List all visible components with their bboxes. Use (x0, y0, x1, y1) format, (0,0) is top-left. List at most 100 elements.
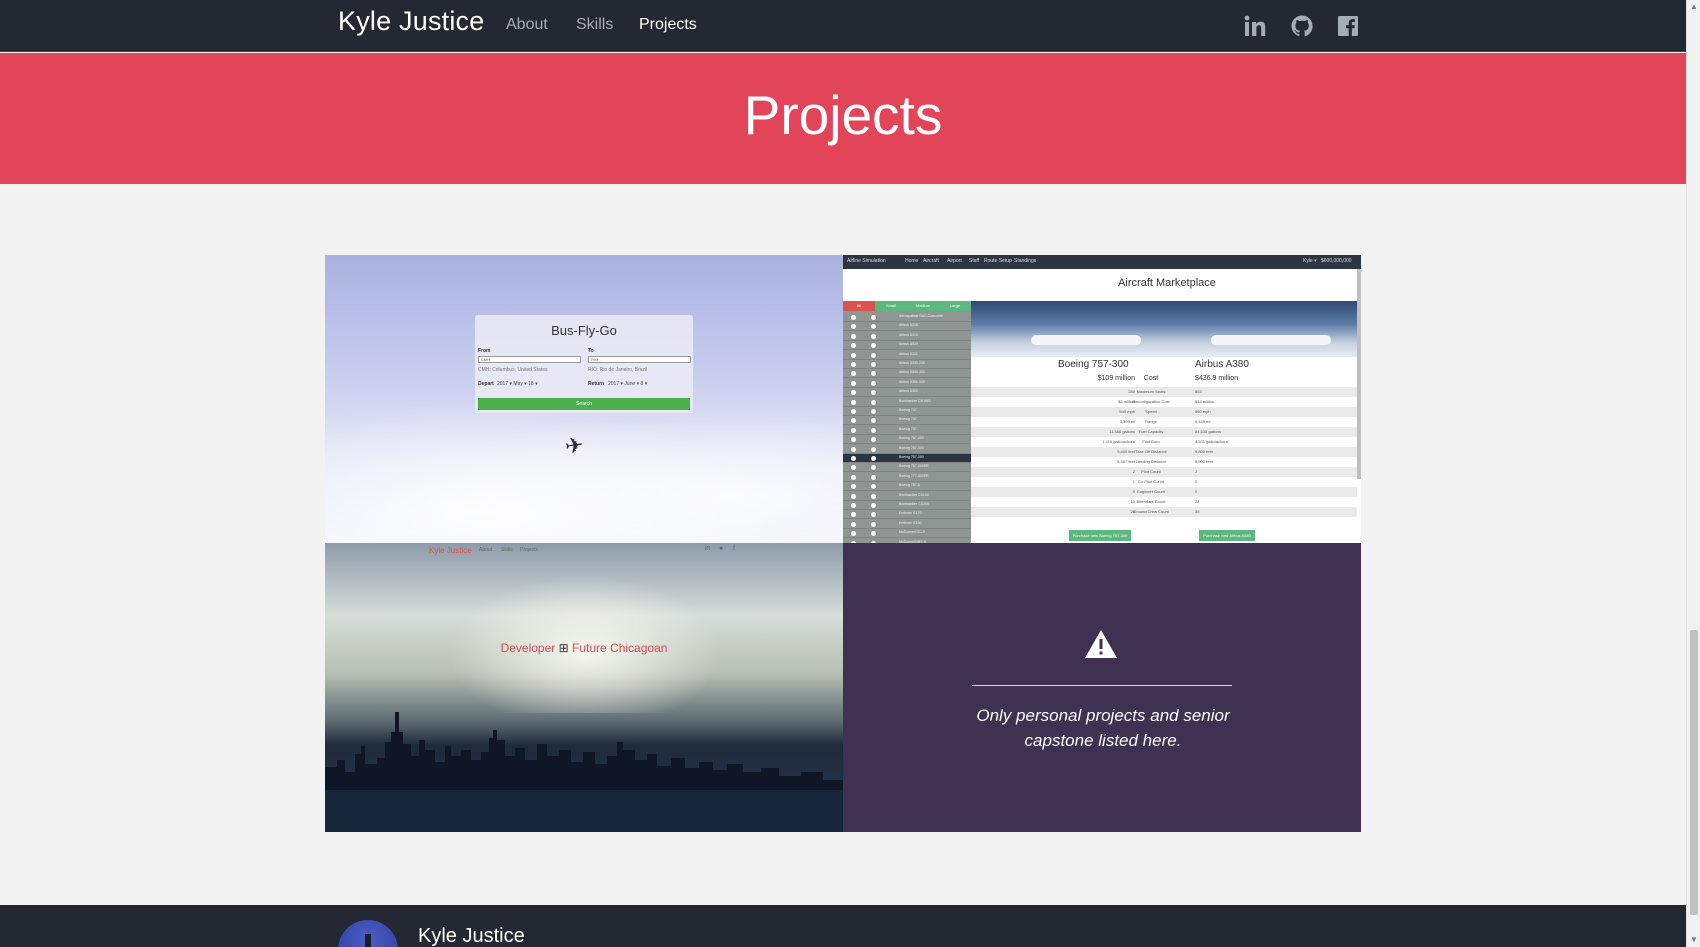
radio-dot-icon (851, 371, 856, 377)
linkedin-icon[interactable] (1243, 14, 1267, 38)
project-tile-aircraft-marketplace[interactable]: Airline Simulation Home Aircraft Airport… (843, 255, 1361, 543)
bus-fly-go-form: Bus-Fly-Go From To CMH RIO CMH: Columbus… (475, 315, 693, 413)
right-value: 560 mph (1195, 409, 1211, 414)
spec-label: Speed (1145, 409, 1157, 414)
filter-large: Large (939, 301, 971, 311)
aircraft-list-label: Bombardier CS300 (899, 502, 929, 506)
radio-dot-icon (871, 418, 876, 424)
comparison-row: 540 mph Speed 560 mph (971, 407, 1357, 417)
scrollbar-thumb[interactable] (1690, 630, 1698, 915)
aircraft-list-row: Airbus A330-200 (843, 360, 971, 369)
radio-dot-icon (851, 456, 856, 461)
radio-dot-icon (851, 390, 856, 396)
warning-icon (1085, 630, 1117, 658)
aircraft-list-row: McDonnell DC-9 (843, 529, 971, 539)
project-tile-portfolio[interactable]: Kyle Justice About Skills Projects in ● … (325, 543, 843, 832)
aircraft-list-label: Aerospatiale BAC Concorde (899, 314, 943, 318)
right-value: 84,535 gallons (1195, 429, 1222, 434)
spec-label: Ground Crew Count (1133, 509, 1169, 514)
portfolio-facebook-icon: f (733, 545, 735, 552)
radio-dot-icon (851, 474, 856, 480)
portfolio-link-projects: Projects (520, 547, 539, 553)
scroll-down-icon[interactable]: ▼ (1690, 935, 1698, 944)
aircraft-list-row: Bombardier CRJ900 (843, 398, 971, 407)
radio-dot-icon (871, 474, 876, 480)
buy-left-button: Purchase new Boeing 757-300 (1069, 530, 1131, 541)
marketplace-menu-aircraft: Aircraft (923, 258, 939, 264)
aircraft-list-label: Airbus A380 (899, 389, 918, 394)
aircraft-list-label: Airbus A320 (899, 342, 918, 347)
github-icon[interactable] (1290, 14, 1314, 38)
radio-dot-icon (851, 324, 856, 330)
right-value: $14 million (1195, 399, 1215, 404)
radio-dot-icon (871, 512, 876, 518)
page-title: Projects (743, 84, 943, 146)
nav-link-projects[interactable]: Projects (639, 16, 697, 34)
marketplace-menu-airport: Airport (947, 258, 962, 264)
comparison-table: $109 million Cost $436.9 million 280 Maximum… (971, 373, 1357, 533)
aircraft-list-row: Airbus A318 (843, 322, 971, 332)
project-tile-bus-fly-go[interactable]: Bus-Fly-Go From To CMH RIO CMH: Columbus… (325, 255, 843, 543)
aircraft-list-label: McDonnell DC-9 (899, 530, 925, 535)
brand-link[interactable]: Kyle Justice (338, 6, 484, 37)
aircraft-list-row: Bombardier CS100 (843, 492, 971, 501)
right-value: 35 (1195, 509, 1200, 514)
aircraft-list-label: Bombardier CRJ900 (899, 398, 931, 403)
aircraft-list-label: Embraer E190 (899, 520, 922, 525)
radio-dot-icon (851, 343, 856, 349)
buy-right-button: Purchase new Airbus A380 (1199, 530, 1255, 541)
footer: Kyle Justice (0, 905, 1686, 947)
radio-dot-icon (851, 399, 856, 405)
marketplace-menu-home: Home (905, 258, 919, 264)
aircraft-list-label: Boeing 777-300ER (899, 473, 929, 478)
radio-dot-icon (871, 324, 876, 330)
comparison-row: 280 Maximum Seats 853 (971, 387, 1357, 397)
aircraft-list-row: Bombardier CS300 (843, 501, 971, 510)
aircraft-list-row: Aerospatiale BAC Concorde (843, 313, 971, 322)
radio-dot-icon (851, 418, 856, 424)
radio-dot-icon (871, 380, 876, 386)
aircraft-list-label: Airbus A321 (899, 351, 918, 356)
radio-dot-icon (851, 446, 856, 452)
nav-link-about[interactable]: About (506, 16, 548, 34)
right-value: 2 (1195, 479, 1198, 484)
radio-dot-icon (871, 343, 876, 349)
aircraft-list-row: Boeing 757-300 (843, 454, 971, 463)
airplane-icon: ✈ (563, 431, 586, 460)
radio-dot-icon (851, 333, 856, 339)
return-value: 2017 ▾ June ▾ 8 ▾ (608, 381, 648, 387)
facebook-icon[interactable] (1336, 14, 1360, 38)
comparison-row: 1,116 gallons/hour Fuel Burn 4,531 gallons… (971, 437, 1357, 447)
aircraft-list-row: Boeing 767-400 (843, 445, 971, 454)
portfolio-link-skills: Skills (501, 547, 513, 553)
aircraft-list-label: Airbus A330-200 (899, 361, 925, 365)
comparison-row: 11,466 gallons Fuel Capacity 84,535 gallon… (971, 427, 1357, 437)
left-aircraft-name: Boeing 757-300 (1058, 359, 1129, 370)
notice-text: Only personal projects and senior capsto… (976, 706, 1230, 750)
comparison-row: 10 Attendant Count 24 (971, 497, 1357, 507)
aircraft-list: Aerospatiale BAC Concorde Airbus A318 Airb… (843, 301, 971, 543)
aircraft-list-row: Airbus A320 (843, 341, 971, 351)
nav-link-skills[interactable]: Skills (576, 16, 613, 34)
aircraft-list-label: Boeing 767-300 (899, 436, 924, 441)
radio-dot-icon (871, 315, 876, 320)
radio-dot-icon (871, 399, 876, 405)
marketplace-balance: $600,000,000 (1321, 258, 1352, 264)
boeing-jet-image (1031, 335, 1141, 345)
portfolio-brand: Kyle Justice (429, 546, 472, 555)
marketplace-menu-standings: Standings (1014, 258, 1037, 264)
radio-dot-icon (871, 362, 876, 367)
aircraft-list-label: Embraer E170 (899, 511, 922, 516)
depart-value: 2017 ▾ May ▾ 18 ▾ (497, 381, 538, 387)
spec-label: Engineer Count (1137, 489, 1165, 494)
aircraft-list-label: Boeing 787-8 (899, 483, 920, 488)
filter-small: Small (875, 301, 907, 311)
page-scrollbar[interactable]: ▲ ▼ (1686, 0, 1700, 947)
spec-label: Maximum Seats (1136, 389, 1166, 394)
spec-label: Range (1145, 419, 1157, 424)
right-aircraft-name: Airbus A380 (1195, 359, 1249, 370)
radio-dot-icon (871, 465, 876, 471)
aircraft-list-row: Embraer E190 (843, 520, 971, 529)
scroll-up-icon[interactable]: ▲ (1690, 2, 1698, 11)
marketplace-title: Aircraft Marketplace (1118, 277, 1216, 289)
